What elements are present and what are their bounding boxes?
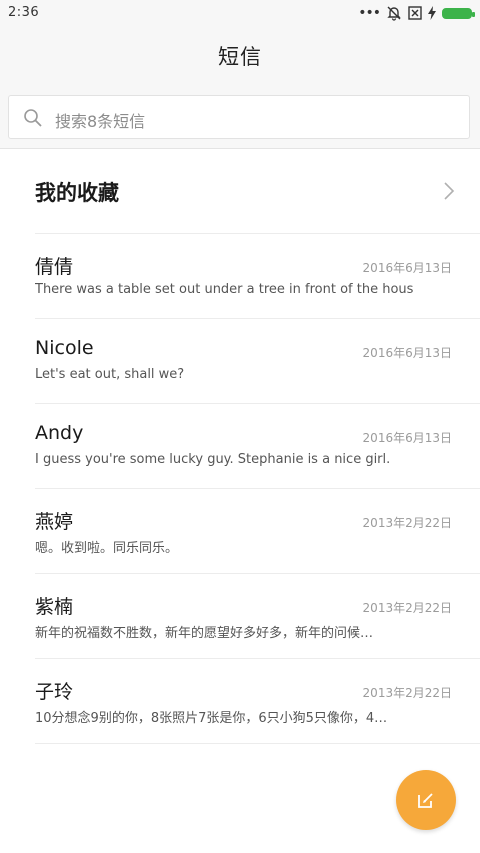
contact-name: 燕婷 <box>35 511 74 533</box>
battery-icon <box>442 7 475 19</box>
message-preview: There was a table set out under a tree i… <box>35 282 414 297</box>
search-icon <box>24 109 42 127</box>
message-preview: Let's eat out, shall we? <box>35 367 185 382</box>
message-date: 2016年6月13日 <box>362 261 452 275</box>
search-placeholder: 搜索8条短信 <box>55 112 146 131</box>
message-preview: 10分想念9别的你，8张照片7张是你，6只小狗5只像你，4… <box>35 711 388 726</box>
no-sim-icon <box>408 6 422 20</box>
compose-button[interactable] <box>396 770 456 830</box>
contact-name: Andy <box>35 422 84 444</box>
contact-name: 子玲 <box>35 681 74 703</box>
conversation-row[interactable]: Andy 2016年6月13日 I guess you're some luck… <box>35 404 480 489</box>
charging-icon <box>428 6 436 20</box>
conversation-row[interactable]: Nicole 2016年6月13日 Let's eat out, shall w… <box>35 319 480 404</box>
contact-name: 紫楠 <box>35 596 74 618</box>
conversation-row[interactable]: 紫楠 2013年2月22日 新年的祝福数不胜数，新年的愿望好多好多，新年的问候… <box>35 574 480 659</box>
conversation-row[interactable]: 倩倩 2016年6月13日 There was a table set out … <box>35 234 480 319</box>
contact-name: Nicole <box>35 337 94 359</box>
app-header: 短信 <box>0 26 480 86</box>
status-time: 2:36 <box>8 5 40 20</box>
conversation-row[interactable]: 燕婷 2013年2月22日 嗯。收到啦。同乐同乐。 <box>35 489 480 574</box>
search-bar-container: 搜索8条短信 <box>0 86 480 149</box>
chevron-right-icon <box>444 182 455 200</box>
message-date: 2013年2月22日 <box>362 516 452 530</box>
message-preview: 新年的祝福数不胜数，新年的愿望好多好多，新年的问候… <box>35 626 374 641</box>
message-date: 2016年6月13日 <box>362 431 452 445</box>
favorites-row[interactable]: 我的收藏 <box>35 149 480 234</box>
page-title: 短信 <box>218 45 262 69</box>
message-date: 2013年2月22日 <box>362 686 452 700</box>
mute-bell-icon <box>387 6 401 21</box>
more-notifications-icon: ••• <box>358 5 381 21</box>
favorites-label: 我的收藏 <box>35 181 119 205</box>
status-icons: ••• <box>358 4 475 22</box>
search-input[interactable]: 搜索8条短信 <box>8 95 470 139</box>
message-preview: I guess you're some lucky guy. Stephanie… <box>35 452 391 467</box>
message-date: 2013年2月22日 <box>362 601 452 615</box>
contact-name: 倩倩 <box>35 256 74 278</box>
conversation-row[interactable]: 子玲 2013年2月22日 10分想念9别的你，8张照片7张是你，6只小狗5只像… <box>35 659 480 744</box>
compose-icon <box>418 793 433 808</box>
message-date: 2016年6月13日 <box>362 346 452 360</box>
status-bar: 2:36 ••• <box>0 0 480 26</box>
message-preview: 嗯。收到啦。同乐同乐。 <box>35 541 179 556</box>
conversation-list: 我的收藏 倩倩 2016年6月13日 There was a table set… <box>0 149 480 744</box>
